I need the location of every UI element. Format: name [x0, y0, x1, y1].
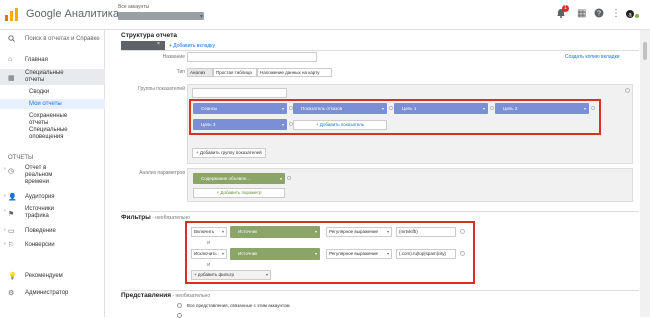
copy-tab-link[interactable]: Создать копию вкладки	[565, 54, 620, 60]
report-editor: Структура отчета × + Добавить вкладку На…	[105, 30, 650, 318]
chevron-right-icon[interactable]: ›	[4, 227, 6, 233]
type-option-explorer[interactable]: Анализ	[187, 68, 213, 77]
flag-icon: ⚐	[8, 242, 15, 249]
search-icon	[8, 35, 15, 44]
sidebar-item-home[interactable]: Главная	[25, 57, 48, 64]
views-title: Представления - необязательно	[121, 292, 211, 299]
custom-reports-icon: ▦	[8, 75, 15, 82]
sidebar: Поиск в отчетах и Справке ⌂ Главная ▦ Сп…	[0, 30, 105, 317]
sidebar-item-behavior[interactable]: Поведение	[25, 228, 56, 235]
sidebar-item-conversions[interactable]: Конверсии	[25, 242, 55, 249]
scrollbar-track[interactable]	[640, 30, 650, 317]
sidebar-item-custom-reports[interactable]: Специальные отчеты	[25, 70, 80, 84]
sidebar-item-custom-alerts[interactable]: Специальные оповещения	[29, 127, 74, 141]
top-bar: Google Аналитика Все аккаунты ▾ 1 ▦ ? ⋮ …	[0, 0, 650, 30]
chevron-right-icon[interactable]: ›	[4, 208, 6, 214]
chevron-down-icon: ▾	[279, 176, 282, 181]
views-option-all-label: Все представления, связанные с этим акка…	[187, 303, 290, 308]
sidebar-item-admin[interactable]: Администратор	[25, 290, 68, 297]
lightbulb-icon: 💡	[8, 273, 17, 280]
filters-highlight	[185, 221, 475, 284]
reports-section-header: ОТЧЕТЫ	[8, 155, 34, 161]
account-breadcrumb[interactable]: Все аккаунты	[118, 4, 149, 10]
chevron-down-icon[interactable]: ▾	[200, 13, 203, 20]
structure-title: Структура отчета	[121, 32, 177, 39]
dimension-drilldowns-label: Анализ параметров	[139, 170, 185, 176]
behavior-icon: ▭	[8, 228, 15, 235]
sidebar-item-saved-reports[interactable]: Сохраненные отчеты	[29, 113, 74, 127]
chevron-right-icon[interactable]: ›	[4, 166, 6, 172]
views-radio-selected[interactable]	[177, 313, 182, 318]
search-input[interactable]: Поиск в отчетах и Справке	[25, 36, 100, 43]
name-label: Название	[162, 54, 185, 60]
sidebar-item-my-reports[interactable]: Мои отчеты	[29, 101, 62, 108]
add-tab-link[interactable]: + Добавить вкладку	[169, 43, 215, 49]
close-icon[interactable]: ×	[157, 41, 160, 47]
home-icon: ⌂	[8, 56, 13, 63]
divider	[121, 50, 639, 51]
account-selector[interactable]	[118, 12, 204, 20]
acquisition-icon: ⚑	[8, 211, 15, 218]
remove-group-icon[interactable]	[625, 88, 630, 93]
dimension-chip-ad-content[interactable]: Содержание объявле... ▾	[193, 173, 291, 184]
type-label: Тип	[176, 69, 185, 75]
type-option-map-overlay[interactable]: Наложение данных на карту	[257, 68, 332, 77]
svg-text:?: ?	[597, 11, 601, 18]
divider	[121, 211, 639, 212]
avatar-icon[interactable]: a	[626, 7, 640, 22]
more-vert-icon[interactable]: ⋮	[611, 8, 621, 19]
sidebar-item-discover[interactable]: Рекомендуем	[25, 273, 63, 280]
help-icon[interactable]: ?	[594, 8, 604, 21]
divider	[121, 290, 639, 291]
add-metric-group-button[interactable]: + Добавить группу показателей	[192, 148, 266, 158]
scrollbar-thumb[interactable]	[643, 42, 647, 60]
notification-badge: 1	[562, 5, 569, 12]
metrics-highlight	[189, 99, 601, 135]
metric-group-name-input[interactable]	[192, 88, 287, 98]
bar-chart-logo-icon[interactable]	[5, 8, 19, 21]
clock-icon: ◷	[8, 168, 15, 175]
app-title: Google Аналитика	[26, 8, 119, 20]
filters-title: Фильтры - необязательно	[121, 214, 190, 221]
person-icon: 👤	[8, 194, 17, 201]
chevron-right-icon[interactable]: ›	[4, 193, 6, 199]
views-radio-all[interactable]	[177, 303, 182, 308]
sidebar-item-acquisition[interactable]: Источники трафика	[25, 206, 70, 220]
sidebar-item-audience[interactable]: Аудитория	[25, 194, 55, 201]
chevron-right-icon[interactable]: ›	[4, 241, 6, 247]
type-option-flat-table[interactable]: Простая таблица	[213, 68, 257, 77]
report-name-input[interactable]	[187, 52, 317, 62]
apps-icon[interactable]: ▦	[577, 8, 586, 19]
metric-groups-label: Группы показателей	[138, 86, 185, 92]
sidebar-item-realtime[interactable]: Отчет в реальном времени	[25, 165, 70, 186]
sidebar-item-dashboards[interactable]: Сводки	[29, 89, 49, 96]
gear-icon: ⚙	[8, 290, 15, 297]
remove-icon[interactable]	[287, 176, 291, 180]
add-dimension-button[interactable]: + Добавить параметр	[193, 188, 285, 198]
